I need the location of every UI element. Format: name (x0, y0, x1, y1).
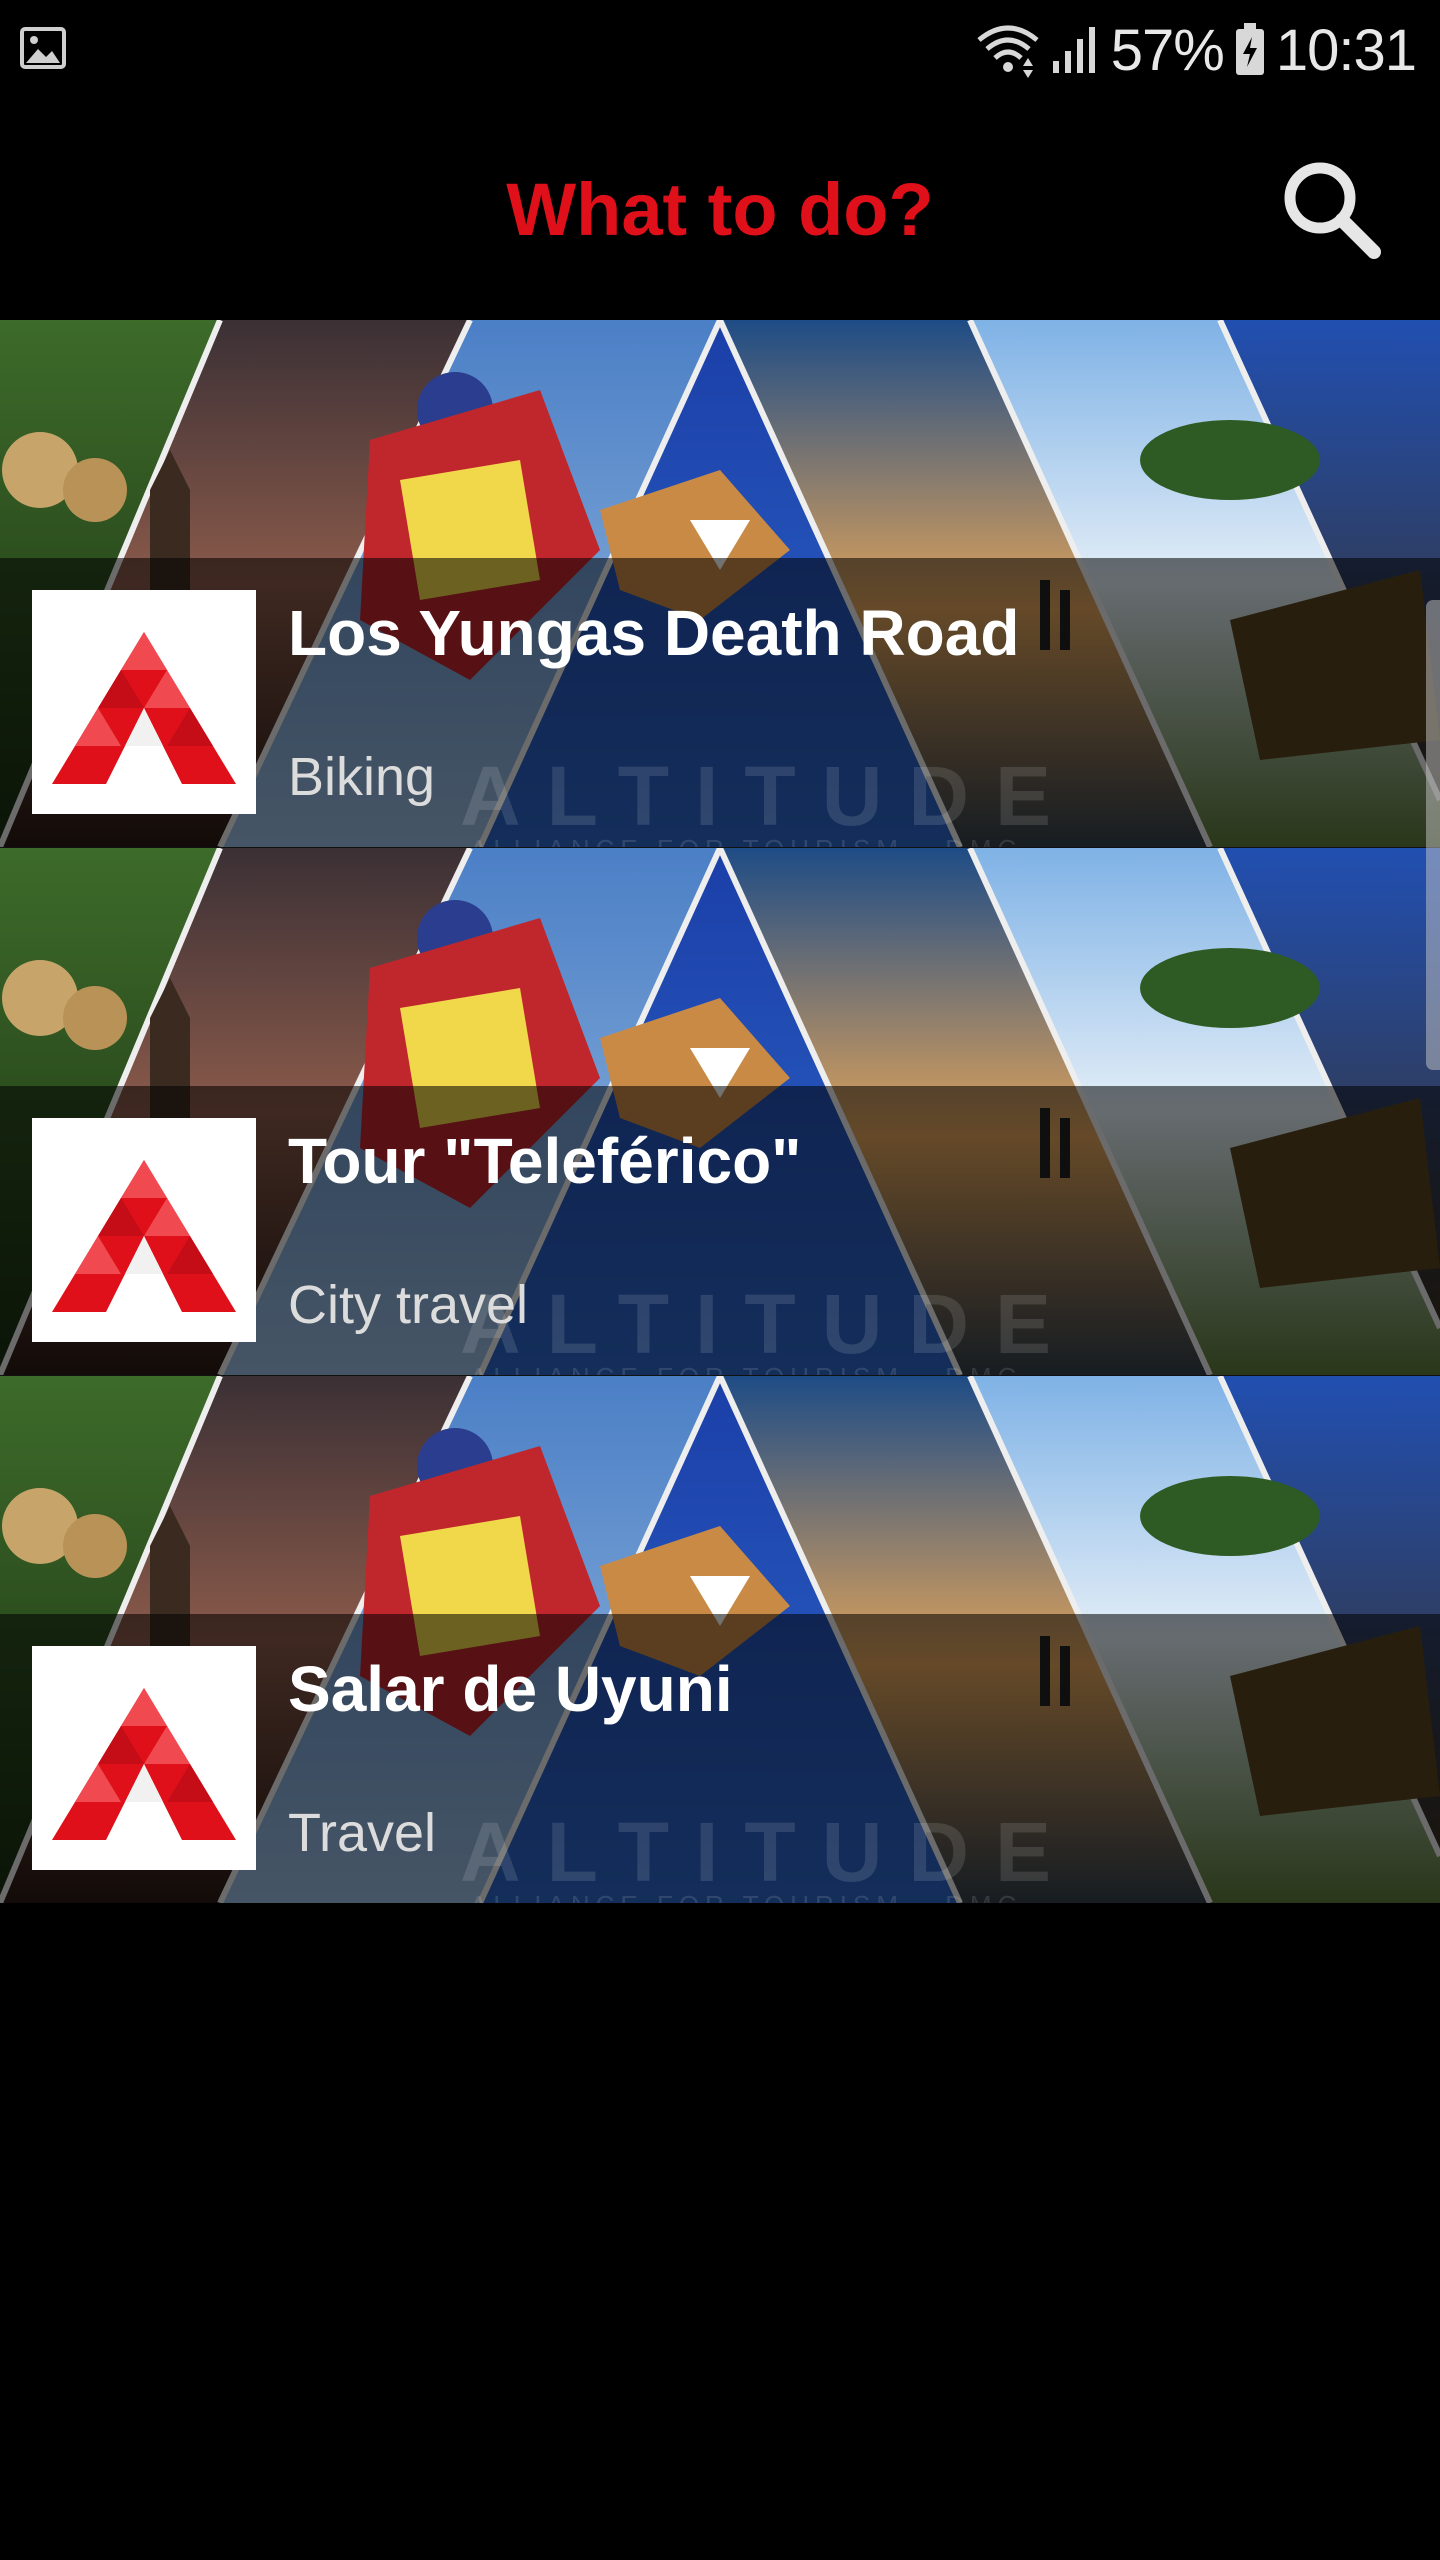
item-thumbnail (32, 1646, 256, 1870)
scrollbar[interactable] (1426, 600, 1440, 1070)
battery-percent: 57% (1110, 17, 1225, 83)
app-header: What to do? (0, 100, 1440, 320)
gallery-notification-icon (20, 27, 66, 69)
list-item[interactable]: ALTITUDE ALLIANCE FOR TOURISM · DMC Los … (0, 320, 1440, 847)
item-info: ALTITUDE ALLIANCE FOR TOURISM · DMC Sala… (0, 1614, 1440, 1903)
search-icon (1284, 162, 1381, 259)
list-item[interactable]: ALTITUDE ALLIANCE FOR TOURISM · DMC Tour… (0, 847, 1440, 1375)
item-title: Los Yungas Death Road (288, 597, 1020, 669)
item-title: Tour "Teleférico" (288, 1125, 802, 1197)
item-info: ALTITUDE ALLIANCE FOR TOURISM · DMC Los … (0, 558, 1440, 847)
wifi-icon (977, 25, 1039, 78)
item-category: Biking (288, 747, 436, 807)
watermark-tagline: ALLIANCE FOR TOURISM · DMC (470, 834, 1022, 847)
watermark-tagline: ALLIANCE FOR TOURISM · DMC (470, 1362, 1022, 1375)
activity-list: ALTITUDE ALLIANCE FOR TOURISM · DMC Los … (0, 320, 1440, 1903)
watermark-brand: ALTITUDE (460, 1277, 1078, 1371)
item-thumbnail (32, 590, 256, 814)
watermark-tagline: ALLIANCE FOR TOURISM · DMC (470, 1890, 1022, 1903)
altitude-logo-icon (52, 632, 236, 784)
altitude-logo-icon (52, 1688, 236, 1840)
item-category: City travel (288, 1275, 529, 1335)
page-title: What to do? (506, 168, 934, 251)
battery-icon (1235, 23, 1264, 75)
clock: 10:31 (1275, 17, 1417, 83)
status-bar: 57% 10:31 (0, 0, 1440, 100)
altitude-logo-icon (52, 1160, 236, 1312)
item-info: ALTITUDE ALLIANCE FOR TOURISM · DMC Tour… (0, 1086, 1440, 1375)
search-button[interactable] (1276, 154, 1386, 264)
watermark-brand: ALTITUDE (460, 1805, 1078, 1899)
status-indicators: 57% 10:31 (975, 14, 1417, 86)
list-item[interactable]: ALTITUDE ALLIANCE FOR TOURISM · DMC Sala… (0, 1375, 1440, 1903)
signal-icon (1052, 27, 1095, 73)
item-thumbnail (32, 1118, 256, 1342)
watermark-brand: ALTITUDE (460, 749, 1078, 843)
item-title: Salar de Uyuni (288, 1653, 733, 1725)
item-category: Travel (288, 1803, 437, 1863)
